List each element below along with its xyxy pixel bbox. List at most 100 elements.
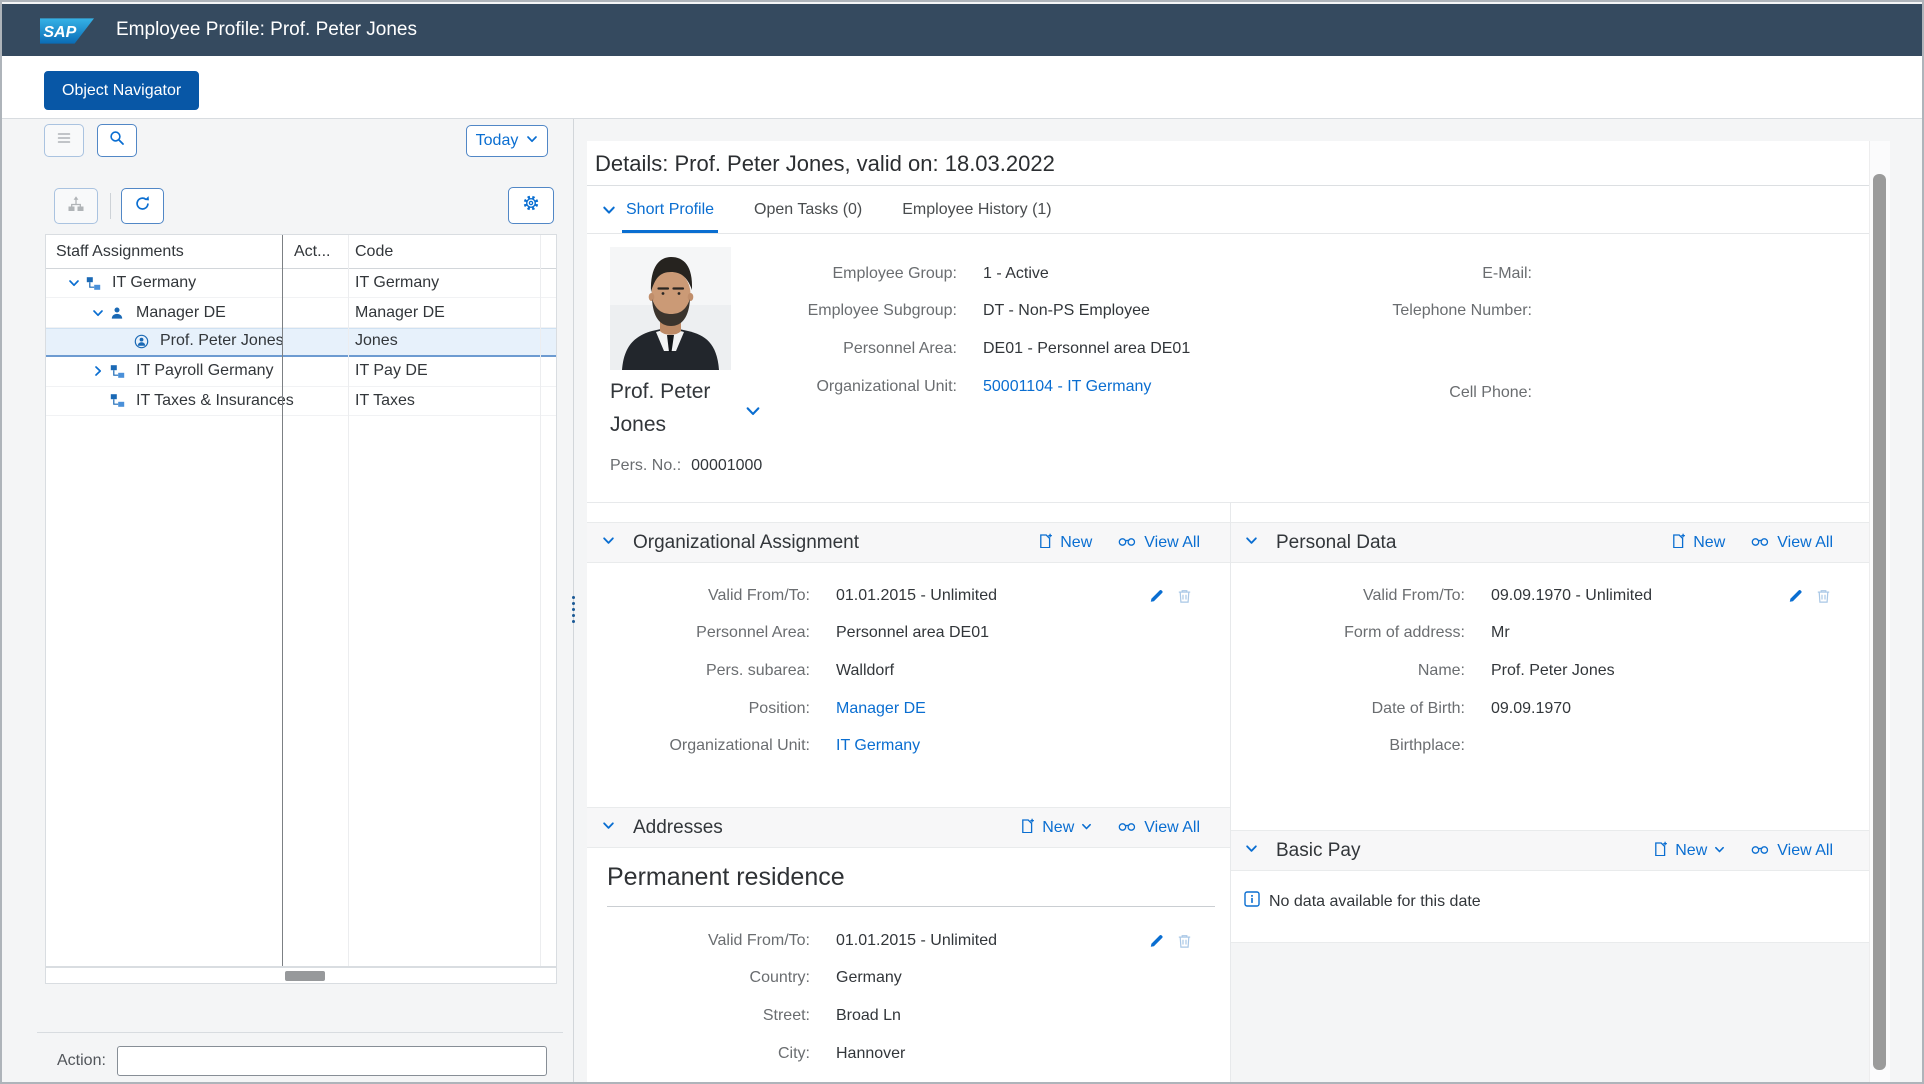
edit-icon[interactable]: [1149, 933, 1164, 948]
field-value: Personnel area DE01: [836, 624, 989, 642]
field-value: Mr: [1491, 624, 1510, 642]
section-title: Addresses: [633, 817, 1020, 839]
collapse-icon[interactable]: [602, 534, 615, 552]
refresh-button[interactable]: [121, 188, 164, 224]
field-value: 1 - Active: [983, 265, 1049, 283]
collapse-icon[interactable]: [86, 307, 110, 319]
collapse-icon[interactable]: [602, 819, 615, 837]
employee-menu-chevron-icon[interactable]: [745, 403, 761, 424]
tree-row[interactable]: IT GermanyIT Germany: [46, 269, 556, 298]
field-value-link[interactable]: IT Germany: [836, 737, 920, 755]
details-vertical-scrollbar[interactable]: [1869, 141, 1890, 1082]
staff-assignments-tree: Staff Assignments Act... Code IT Germany…: [45, 234, 557, 967]
field-label: Organizational Unit:: [737, 378, 957, 396]
view-all-button[interactable]: View All: [1751, 534, 1833, 552]
field-label: Employee Group:: [737, 265, 957, 283]
column-header-act: Act...: [294, 235, 330, 268]
settings-button[interactable]: [508, 187, 554, 224]
tree-row[interactable]: IT Taxes & InsurancesIT Taxes: [46, 387, 556, 416]
delete-icon[interactable]: [1177, 588, 1192, 603]
section-field-row: Street:Broad Ln: [587, 997, 1230, 1035]
profile-field-row: E-Mail:: [1312, 255, 1782, 293]
field-value-link[interactable]: Manager DE: [836, 700, 926, 718]
new-button[interactable]: New: [1038, 533, 1092, 553]
section-field-row: Personnel Area:Personnel area DE01: [587, 615, 1230, 653]
section-field-row: Valid From/To: 01.01.2015 - Unlimited: [587, 922, 1230, 960]
field-label: City:: [587, 1045, 810, 1063]
expand-icon[interactable]: [86, 365, 110, 377]
section-field-row: Birthplace:: [1230, 727, 1869, 765]
tree-horizontal-scrollbar[interactable]: [45, 967, 557, 984]
field-label: Valid From/To:: [587, 932, 810, 950]
section-header-addresses: Addresses New View All: [587, 807, 1230, 848]
collapse-icon[interactable]: [1245, 534, 1258, 552]
field-value: Hannover: [836, 1045, 905, 1063]
app-window: SAP Employee Profile: Prof. Peter Jones …: [0, 0, 1924, 1084]
profile-fields-right: E-Mail: Telephone Number: Cell Phone:: [1312, 255, 1782, 412]
splitter-grip-icon[interactable]: [566, 587, 580, 631]
field-label: Telephone Number:: [1312, 302, 1532, 320]
new-button[interactable]: New: [1671, 533, 1725, 553]
search-button[interactable]: [97, 124, 137, 157]
scrollbar-thumb[interactable]: [1873, 174, 1886, 1070]
new-menu-button[interactable]: New: [1020, 818, 1092, 838]
edit-icon[interactable]: [1149, 588, 1164, 603]
collapse-icon[interactable]: [1245, 842, 1258, 860]
employee-photo: [610, 247, 731, 370]
sap-logo-icon[interactable]: SAP: [40, 18, 94, 44]
tab-short-profile[interactable]: Short Profile: [626, 186, 714, 233]
list-view-button[interactable]: [44, 124, 84, 157]
field-label: Name:: [1230, 662, 1465, 680]
delete-icon[interactable]: [1177, 933, 1192, 948]
delete-icon[interactable]: [1816, 588, 1831, 603]
chevron-down-icon: [1714, 842, 1725, 860]
profile-field-row: Telephone Number:: [1312, 293, 1782, 331]
view-all-button[interactable]: View All: [1751, 842, 1833, 860]
section-header-organizational-assignment: Organizational Assignment New View All: [587, 522, 1230, 563]
org-chart-up-icon: [67, 195, 85, 218]
svg-text:SAP: SAP: [43, 23, 76, 41]
tab-open-tasks-0-[interactable]: Open Tasks (0): [754, 186, 862, 233]
info-icon: [1244, 891, 1260, 912]
tree-row[interactable]: IT Payroll GermanyIT Pay DE: [46, 357, 556, 386]
collapse-icon[interactable]: [62, 277, 86, 289]
field-value: 01.01.2015 - Unlimited: [836, 932, 997, 950]
tree-header: Staff Assignments Act... Code: [46, 235, 556, 269]
scrollbar-thumb[interactable]: [285, 971, 325, 981]
column-divider: [348, 235, 349, 966]
section-field-row: Pers. subarea:Walldorf: [587, 652, 1230, 690]
tree-row[interactable]: Manager DEManager DE: [46, 298, 556, 327]
field-label: Personnel Area:: [737, 340, 957, 358]
action-input[interactable]: [117, 1046, 547, 1076]
new-menu-button[interactable]: New: [1653, 841, 1725, 861]
create-document-icon: [1020, 818, 1035, 838]
section-field-row: Form of address:Mr: [1230, 615, 1869, 653]
section-field-row: Date of Birth:09.09.1970: [1230, 690, 1869, 728]
chevron-down-icon: [526, 132, 538, 150]
view-all-button[interactable]: View All: [1118, 819, 1200, 837]
section-title: Basic Pay: [1276, 840, 1653, 862]
object-navigator-button[interactable]: Object Navigator: [44, 71, 199, 110]
today-date-button[interactable]: Today: [466, 125, 548, 157]
glasses-icon: [1118, 534, 1137, 552]
tree-item-label: IT Germany: [112, 274, 196, 292]
field-label: E-Mail:: [1312, 265, 1532, 283]
field-label: Valid From/To:: [587, 587, 810, 605]
field-label: Employee Subgroup:: [737, 302, 957, 320]
tree-code-cell: IT Taxes: [355, 387, 415, 415]
collapse-icon[interactable]: [602, 203, 616, 217]
org-structure-up-button[interactable]: [54, 188, 98, 224]
view-all-button[interactable]: View All: [1118, 534, 1200, 552]
section-field-row: Position:Manager DE: [587, 690, 1230, 728]
section-field-row: Valid From/To:01.01.2015 - Unlimited: [587, 577, 1230, 615]
tree-row[interactable]: Prof. Peter JonesJones: [46, 328, 556, 357]
edit-icon[interactable]: [1788, 588, 1803, 603]
profile-field-row: Employee Subgroup:DT - Non-PS Employee: [737, 293, 1207, 331]
tab-employee-history-1-[interactable]: Employee History (1): [902, 186, 1051, 233]
organizational-assignment-fields: Valid From/To:01.01.2015 - UnlimitedPers…: [587, 577, 1230, 765]
field-value: Germany: [836, 969, 902, 987]
field-label: Cell Phone:: [1312, 384, 1532, 402]
section-field-row: Valid From/To:09.09.1970 - Unlimited: [1230, 577, 1869, 615]
field-value: 09.09.1970 - Unlimited: [1491, 587, 1652, 605]
field-value-link[interactable]: 50001104 - IT Germany: [983, 378, 1151, 396]
